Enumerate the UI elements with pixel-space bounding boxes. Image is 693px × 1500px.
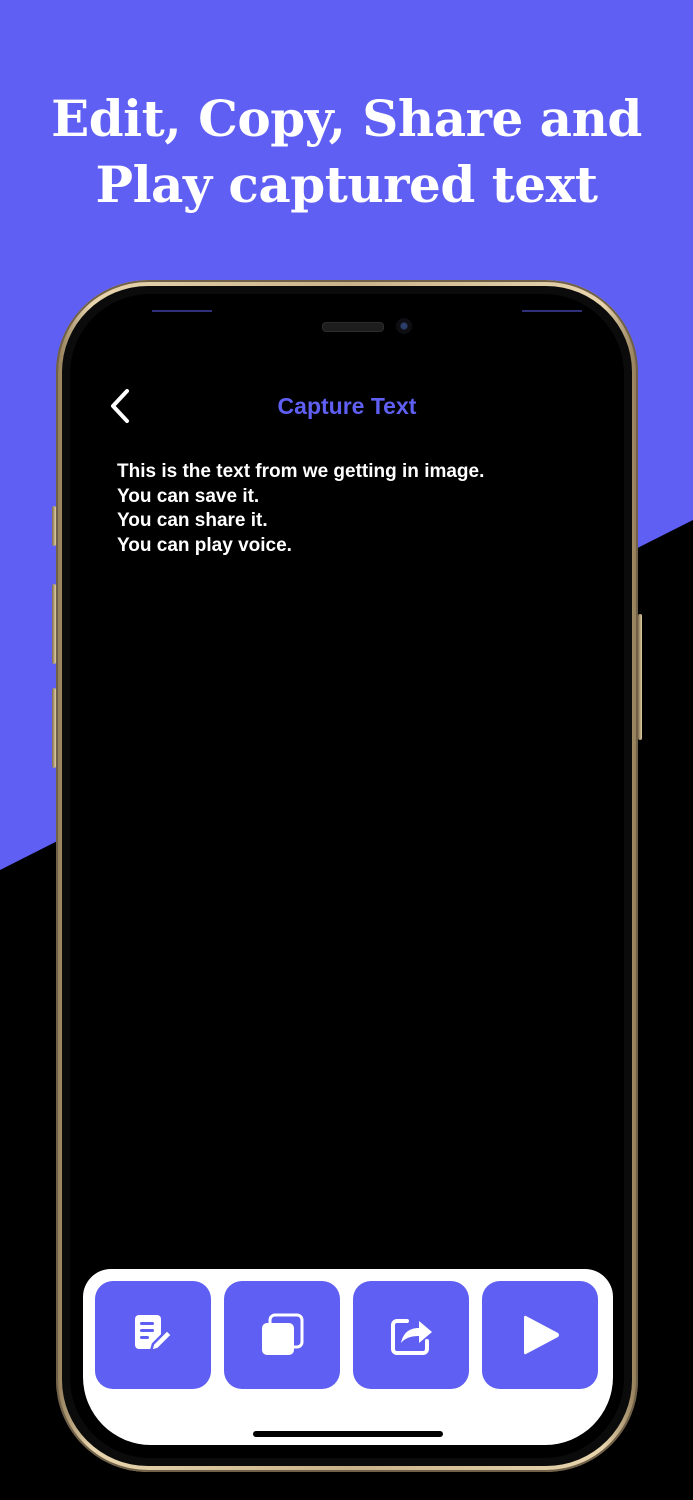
headline-line-1: Edit, Copy, Share and [51, 89, 642, 148]
earpiece-speaker [322, 322, 384, 332]
action-toolbar [83, 1269, 613, 1445]
edit-icon [135, 1315, 174, 1353]
play-icon [524, 1315, 559, 1355]
share-button[interactable] [353, 1281, 469, 1389]
captured-text-line: You can save it. [117, 485, 260, 507]
antenna-line [522, 310, 582, 312]
play-button[interactable] [482, 1281, 598, 1389]
phone-screen: Capture Text This is the text from we ge… [70, 294, 624, 1458]
copy-button[interactable] [224, 1281, 340, 1389]
captured-text-line: You can share it. [117, 510, 268, 531]
copy-icon [262, 1313, 304, 1355]
promo-headline: Edit, Copy, Share and Play captured text [0, 86, 693, 218]
captured-text-line: This is the text from we getting in imag… [117, 461, 485, 482]
front-camera [396, 318, 412, 334]
antenna-line [152, 310, 212, 312]
phone-volume-down [52, 688, 56, 768]
page-title: Capture Text [277, 393, 417, 419]
share-icon [391, 1319, 432, 1355]
phone-power-button [638, 614, 642, 740]
edit-button[interactable] [95, 1281, 211, 1389]
headline-line-2: Play captured text [95, 155, 598, 214]
phone-silent-switch [52, 506, 56, 546]
captured-text-line: You can play voice. [117, 534, 292, 556]
phone-volume-up [52, 584, 56, 664]
captured-text-area[interactable]: This is the text from we getting in imag… [117, 460, 557, 558]
phone-bezel: Capture Text This is the text from we ge… [62, 286, 632, 1466]
phone-frame: Capture Text This is the text from we ge… [52, 280, 642, 1472]
home-indicator [253, 1431, 443, 1437]
nav-bar: Capture Text [70, 386, 624, 426]
